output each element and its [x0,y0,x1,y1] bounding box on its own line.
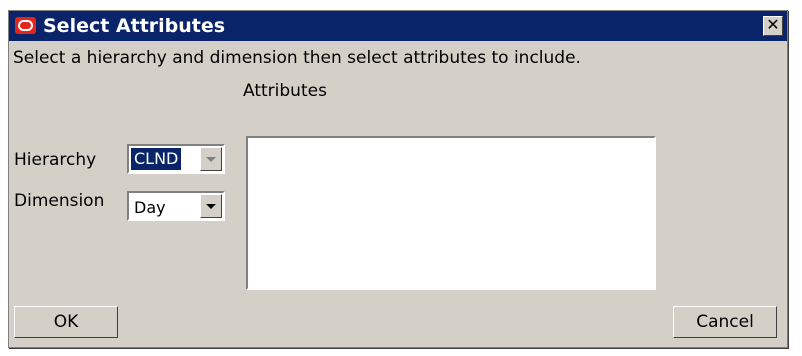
attributes-list[interactable] [246,136,656,290]
close-icon: ✕ [766,15,780,34]
hierarchy-label: Hierarchy [14,150,97,170]
select-attributes-dialog: Select Attributes ✕ Select a hierarchy a… [8,10,788,348]
hierarchy-value: CLND [131,148,182,170]
title-bar[interactable]: Select Attributes ✕ [9,11,787,41]
window-title: Select Attributes [43,15,226,37]
chevron-down-icon[interactable] [200,147,222,171]
close-button[interactable]: ✕ [763,16,783,36]
hierarchy-dropdown[interactable]: CLND [127,144,225,174]
attributes-label: Attributes [243,81,327,101]
instruction-text: Select a hierarchy and dimension then se… [13,48,581,68]
chevron-down-icon[interactable] [200,194,222,218]
dimension-label: Dimension [14,191,105,211]
cancel-button[interactable]: Cancel [673,306,777,338]
dimension-value: Day [134,198,166,217]
oracle-logo-icon [15,17,36,34]
ok-button[interactable]: OK [14,306,118,338]
dimension-dropdown[interactable]: Day [127,191,225,221]
